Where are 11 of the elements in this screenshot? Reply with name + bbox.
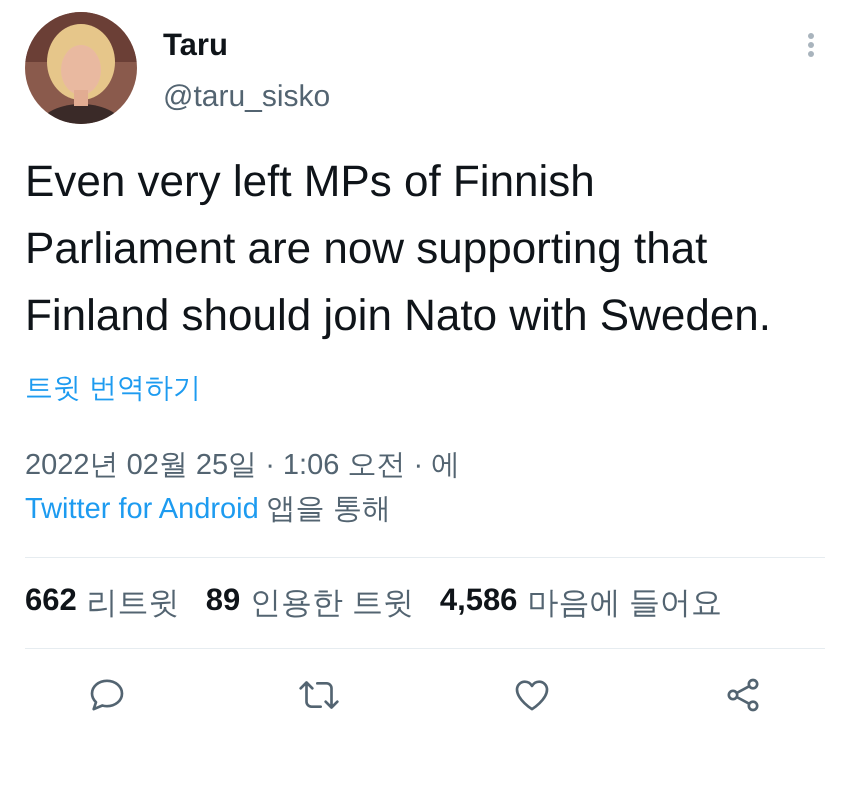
stat-label[interactable]: 마음에 들어요 xyxy=(527,582,722,624)
stat-label[interactable]: 리트윗 xyxy=(86,582,180,624)
author-name[interactable]: Taru xyxy=(163,28,781,62)
source-text: 앱을 통해 xyxy=(266,492,391,527)
stat-count: 662 xyxy=(25,582,77,619)
tweet-timestamp: 2022년 02월 25일 · 1:06 오전 · 에 xyxy=(25,448,462,483)
stat-count: 89 xyxy=(206,582,240,619)
stat-count: 4,586 xyxy=(440,582,518,619)
author-handle[interactable]: @taru_sisko xyxy=(163,80,781,114)
stat-label[interactable]: 인용한 트윗 xyxy=(250,582,414,624)
tweet-text: Even very left MPs of Finnish Parliament are now supporting that Finland should join Nato with Sweden. xyxy=(25,156,772,342)
